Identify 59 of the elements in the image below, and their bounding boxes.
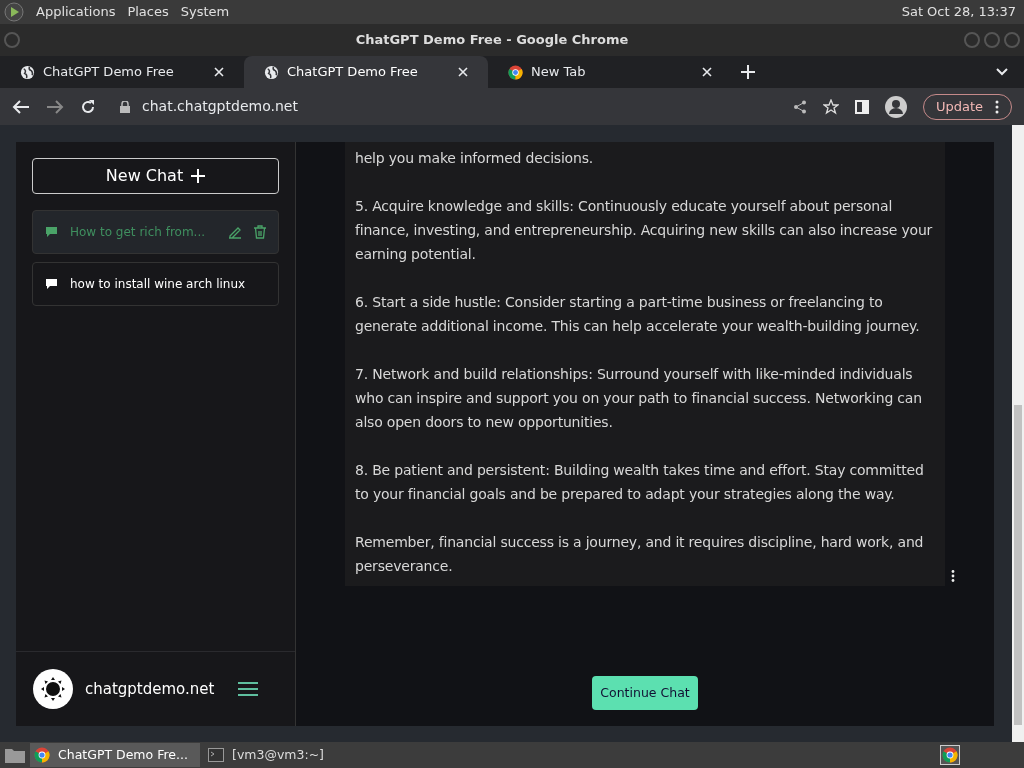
chat-item[interactable]: How to get rich from... [32,210,279,254]
star-icon[interactable] [822,98,839,115]
chat-bubble-icon [45,226,58,238]
pencil-icon[interactable] [228,225,242,239]
plus-icon [191,169,206,183]
close-tab-icon[interactable] [214,67,224,77]
tab-title: New Tab [531,63,587,82]
browser-tab[interactable]: ChatGPT Demo Free [244,56,488,88]
panel-menu[interactable]: Applications [36,2,116,22]
menu-icon[interactable] [238,681,259,697]
chat-item[interactable]: how to install wine arch linux [32,262,279,306]
trash-icon[interactable] [254,225,266,239]
folder-icon[interactable] [4,746,26,764]
more-icon[interactable] [951,570,955,582]
chrome-icon [942,747,958,763]
profile-icon[interactable] [884,95,907,118]
tab-title: ChatGPT Demo Free [287,63,419,82]
sun-logo-icon [33,669,73,709]
taskbar-label: [vm3@vm3:~] [232,745,324,764]
panel-menu[interactable]: Places [127,2,169,22]
clock: Sat Oct 28, 13:37 [901,3,1017,22]
url-field[interactable]: chat.chatgptdemo.net [142,96,298,117]
chrome-icon [34,747,50,763]
forward-icon[interactable] [46,98,64,115]
chat-title: How to get rich from... [70,224,207,241]
tab-list-caret-icon[interactable] [996,68,1008,76]
taskbar-button[interactable]: ChatGPT Demo Fre... [30,743,200,767]
message-paragraph: 8. Be patient and persistent: Building wealth takes time and effort. Stay committed to your financial goals and be prepared to adapt your strategies along the way. [355,461,925,504]
new-tab-icon[interactable] [740,64,756,80]
chrome-icon [508,64,523,80]
more-icon [995,99,999,114]
back-icon[interactable] [12,98,30,115]
continue-chat-button[interactable]: Continue Chat [592,676,698,710]
message-paragraph: 5. Acquire knowledge and skills: Continuously educate yourself about personal finance, investing, and entrepreneurship. Acquiring new skills can also increase your earning potential. [355,197,934,264]
close-tab-icon[interactable] [458,67,468,77]
reload-icon[interactable] [80,98,96,115]
taskbar-button[interactable]: [vm3@vm3:~] [204,743,328,767]
taskbar-label: ChatGPT Demo Fre... [58,745,188,764]
message-paragraph: Remember, financial success is a journey, and it requires discipline, hard work, and perseverance. [355,533,925,576]
message-paragraph: 7. Network and build relationships: Surround yourself with like-minded individuals who can inspire and support you on your path to financial success. Networking can also open doors to new opportunities. [355,365,923,432]
globe-icon [264,64,279,80]
message-paragraph: 6. Start a side hustle: Consider starting a part-time business or freelancing to generate additional income. This can help accelerate your wealth-building journey. [355,293,921,336]
brand-name: chatgptdemo.net [85,678,215,700]
browser-tab[interactable]: ChatGPT Demo Free [0,56,244,88]
globe-icon [20,64,35,80]
share-icon[interactable] [792,99,807,114]
window-title: ChatGPT Demo Free - Google Chrome [354,31,630,50]
message-paragraph: help you make informed decisions. [355,149,594,168]
browser-tab[interactable]: New Tab [488,56,732,88]
lock-icon[interactable] [120,100,130,113]
close-tab-icon[interactable] [702,67,712,77]
terminal-icon [208,748,224,762]
chat-bubble-icon [45,278,58,290]
menu-logo-icon[interactable] [4,2,24,22]
panel-menu[interactable]: System [180,2,230,22]
tab-title: ChatGPT Demo Free [43,63,175,82]
side-panel-icon[interactable] [854,99,869,114]
new-chat-button[interactable]: New Chat [32,158,279,194]
chat-title: how to install wine arch linux [70,276,247,293]
